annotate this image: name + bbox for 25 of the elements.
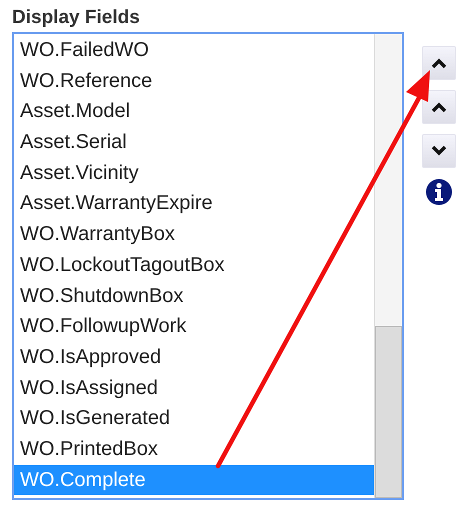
list-item[interactable]: WO.Reference (14, 66, 374, 96)
chevron-down-icon (431, 145, 447, 157)
list-item[interactable]: WO.IsAssigned (14, 372, 374, 404)
list-item[interactable]: WO.PrintedBox (14, 434, 374, 465)
list-item[interactable]: Asset.Vicinity (14, 158, 374, 188)
list-item[interactable]: WO.WarrantyBox (14, 219, 374, 250)
list-item[interactable]: Asset.WarrantyExpire (14, 188, 374, 220)
list-item[interactable]: WO.IsApproved (14, 342, 374, 373)
list-item[interactable]: WO.IsGenerated (14, 403, 374, 434)
scrollbar-thumb[interactable] (375, 326, 402, 498)
list-item[interactable]: WO.LockoutTagoutBox (14, 250, 374, 280)
list-item[interactable]: Asset.Serial (14, 127, 374, 158)
move-down-button[interactable] (422, 134, 456, 168)
move-top-button[interactable] (422, 46, 456, 80)
chevron-up-icon (431, 101, 447, 113)
list-item[interactable]: WO.FollowupWork (14, 311, 374, 342)
scrollbar[interactable] (374, 34, 402, 498)
section-label: Display Fields (12, 6, 140, 30)
list-item[interactable]: WO.ShutdownBox (14, 280, 374, 312)
info-icon[interactable] (425, 178, 453, 206)
chevron-up-icon (431, 57, 447, 69)
list-box[interactable] (12, 32, 404, 500)
list-item[interactable]: Asset.Model (14, 96, 374, 128)
list-item[interactable]: WO.FailedWO (14, 35, 374, 66)
move-up-button[interactable] (422, 90, 456, 124)
